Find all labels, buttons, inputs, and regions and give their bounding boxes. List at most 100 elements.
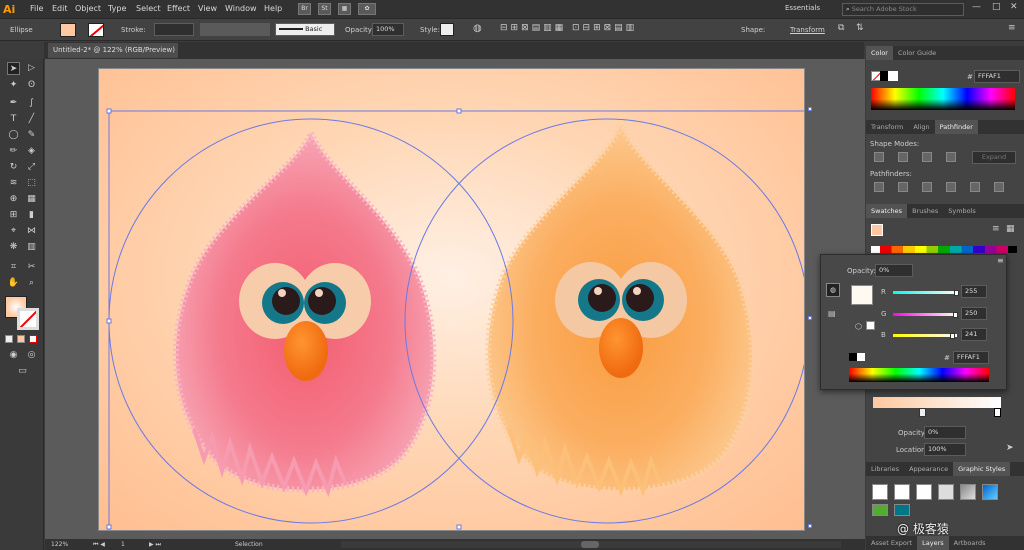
fill-swatch[interactable] (60, 23, 76, 37)
tab-color-guide[interactable]: Color Guide (893, 46, 941, 60)
opacity-field[interactable]: 100% (372, 23, 404, 36)
r-field[interactable]: 255 (961, 285, 987, 298)
draw-mode-icon[interactable]: ◉ (7, 349, 20, 362)
menu-edit[interactable]: Edit (52, 4, 68, 13)
tab-brushes[interactable]: Brushes (907, 204, 943, 218)
artwork-canvas[interactable] (99, 69, 805, 531)
zoom-tool-icon[interactable]: ⌕ (25, 277, 38, 290)
tab-transform[interactable]: Transform (866, 120, 908, 134)
minus-back-icon[interactable] (994, 182, 1004, 192)
menu-object[interactable]: Object (75, 4, 101, 13)
swatch-row[interactable] (871, 246, 1017, 253)
list-view-icon[interactable]: ≡ (992, 224, 1000, 234)
isolate-icon[interactable]: ⧉ (838, 23, 844, 33)
menu-help[interactable]: Help (264, 4, 282, 13)
shape-builder-tool-icon[interactable]: ⊕ (7, 193, 20, 206)
grid-view-icon[interactable]: ▦ (1006, 224, 1015, 234)
menu-effect[interactable]: Effect (167, 4, 190, 13)
layout-grid-icon[interactable]: ▦ (338, 3, 351, 15)
gradient-tool-icon[interactable]: ▮ (25, 209, 38, 222)
type-tool-icon[interactable]: T (7, 113, 20, 126)
symbol-sprayer-tool-icon[interactable]: ❋ (7, 241, 20, 254)
color-mode-button[interactable] (5, 335, 13, 343)
stroke-weight-field[interactable] (154, 23, 194, 36)
stroke-none-swatch[interactable] (88, 23, 104, 37)
r-slider[interactable] (893, 291, 957, 294)
width-tool-icon[interactable]: ≋ (7, 177, 20, 190)
recolor-artwork-icon[interactable]: ◍ (473, 23, 482, 34)
lasso-tool-icon[interactable]: ʘ (25, 79, 38, 92)
divide-icon[interactable] (874, 182, 884, 192)
color-hex-field[interactable]: FFFAF1 (974, 70, 1020, 83)
perspective-grid-tool-icon[interactable]: ▦ (25, 193, 38, 206)
artboard-number[interactable]: 1 (121, 539, 125, 550)
flyout-white-swatch[interactable] (857, 353, 865, 361)
handle-top-left[interactable] (106, 108, 112, 114)
artboard[interactable] (98, 68, 805, 531)
scale-tool-icon[interactable]: ⤢ (25, 161, 38, 174)
pencil-tool-icon[interactable]: ✏ (7, 145, 20, 158)
graphic-style-none[interactable] (894, 484, 910, 500)
graphic-style-gray[interactable] (938, 484, 954, 500)
orange-fluffy-creature[interactable] (485, 115, 755, 498)
graphic-style-default[interactable] (872, 484, 888, 500)
outline-icon[interactable] (970, 182, 980, 192)
transform-link[interactable]: Transform (790, 26, 825, 34)
gradient-mode-button[interactable] (17, 335, 25, 343)
b-field[interactable]: 241 (961, 328, 987, 341)
tab-swatches[interactable]: Swatches (866, 204, 908, 218)
menu-file[interactable]: File (30, 4, 43, 13)
handle-middle-right[interactable] (808, 316, 812, 320)
intersect-icon[interactable] (922, 152, 932, 162)
gpu-icon[interactable]: ✿ (358, 3, 376, 15)
hand-tool-icon[interactable]: ✋ (7, 277, 20, 290)
flyout-opacity-field[interactable]: 0% (875, 264, 913, 277)
stock-search-input[interactable]: ⌕ Search Adobe Stock (842, 3, 964, 16)
handle-top-right[interactable] (808, 107, 812, 111)
scrollbar-thumb[interactable] (581, 541, 599, 548)
flyout-hex-field[interactable]: FFFAF1 (953, 351, 989, 364)
gradient-stop-right[interactable] (994, 408, 1001, 417)
mesh-tool-icon[interactable]: ⊞ (7, 209, 20, 222)
none-mode-button[interactable] (29, 335, 37, 343)
tab-color[interactable]: Color (866, 46, 893, 60)
eraser-tool-icon[interactable]: ◈ (25, 145, 38, 158)
graphic-style-green[interactable] (872, 504, 888, 516)
unite-icon[interactable] (874, 152, 884, 162)
handle-bottom-left[interactable] (106, 524, 112, 530)
menu-view[interactable]: View (198, 4, 217, 13)
ellipse-tool-icon[interactable]: ◯ (7, 129, 20, 142)
selection-tool-icon[interactable]: ➤ (7, 62, 20, 75)
tab-artboards[interactable]: Artboards (949, 536, 991, 550)
screen-mode-icon[interactable]: ▭ (16, 365, 29, 378)
horizontal-scrollbar[interactable] (341, 541, 841, 548)
close-icon[interactable]: ✕ (1010, 2, 1018, 12)
tab-libraries[interactable]: Libraries (866, 462, 904, 476)
align-icons[interactable]: ⊟⊞⊠▤▥▦ ⊡⊟⊞⊠▤▥ (500, 23, 637, 33)
stock-button[interactable]: St (318, 3, 331, 15)
tab-symbols[interactable]: Symbols (943, 204, 981, 218)
pink-fluffy-creature[interactable] (172, 124, 437, 498)
arrange-icon[interactable]: ⇅ (856, 23, 864, 33)
tab-graphic-styles[interactable]: Graphic Styles (953, 462, 1011, 476)
free-transform-tool-icon[interactable]: ⬚ (25, 177, 38, 190)
draw-inside-icon[interactable]: ◎ (25, 349, 38, 362)
trim-icon[interactable] (898, 182, 908, 192)
handle-bottom-right[interactable] (808, 524, 812, 528)
flyout-spectrum[interactable] (849, 368, 989, 382)
gradient-location-field[interactable]: 100% (924, 443, 966, 456)
g-slider-thumb[interactable] (952, 312, 958, 318)
graphic-style-white[interactable] (916, 484, 932, 500)
minimize-icon[interactable]: — (972, 2, 981, 12)
shape-label[interactable]: Shape: (741, 26, 765, 34)
minus-front-icon[interactable] (898, 152, 908, 162)
paintbrush-tool-icon[interactable]: ✎ (25, 129, 38, 142)
handle-top-center[interactable] (456, 108, 462, 114)
gradient-slider[interactable] (873, 397, 1001, 408)
swatch-current-fill[interactable] (871, 224, 883, 236)
menu-type[interactable]: Type (108, 4, 126, 13)
graphic-style-blue[interactable] (982, 484, 998, 500)
g-field[interactable]: 250 (961, 307, 987, 320)
workspace-switcher[interactable]: Essentials (785, 4, 820, 12)
column-graph-tool-icon[interactable]: ▥ (25, 241, 38, 254)
